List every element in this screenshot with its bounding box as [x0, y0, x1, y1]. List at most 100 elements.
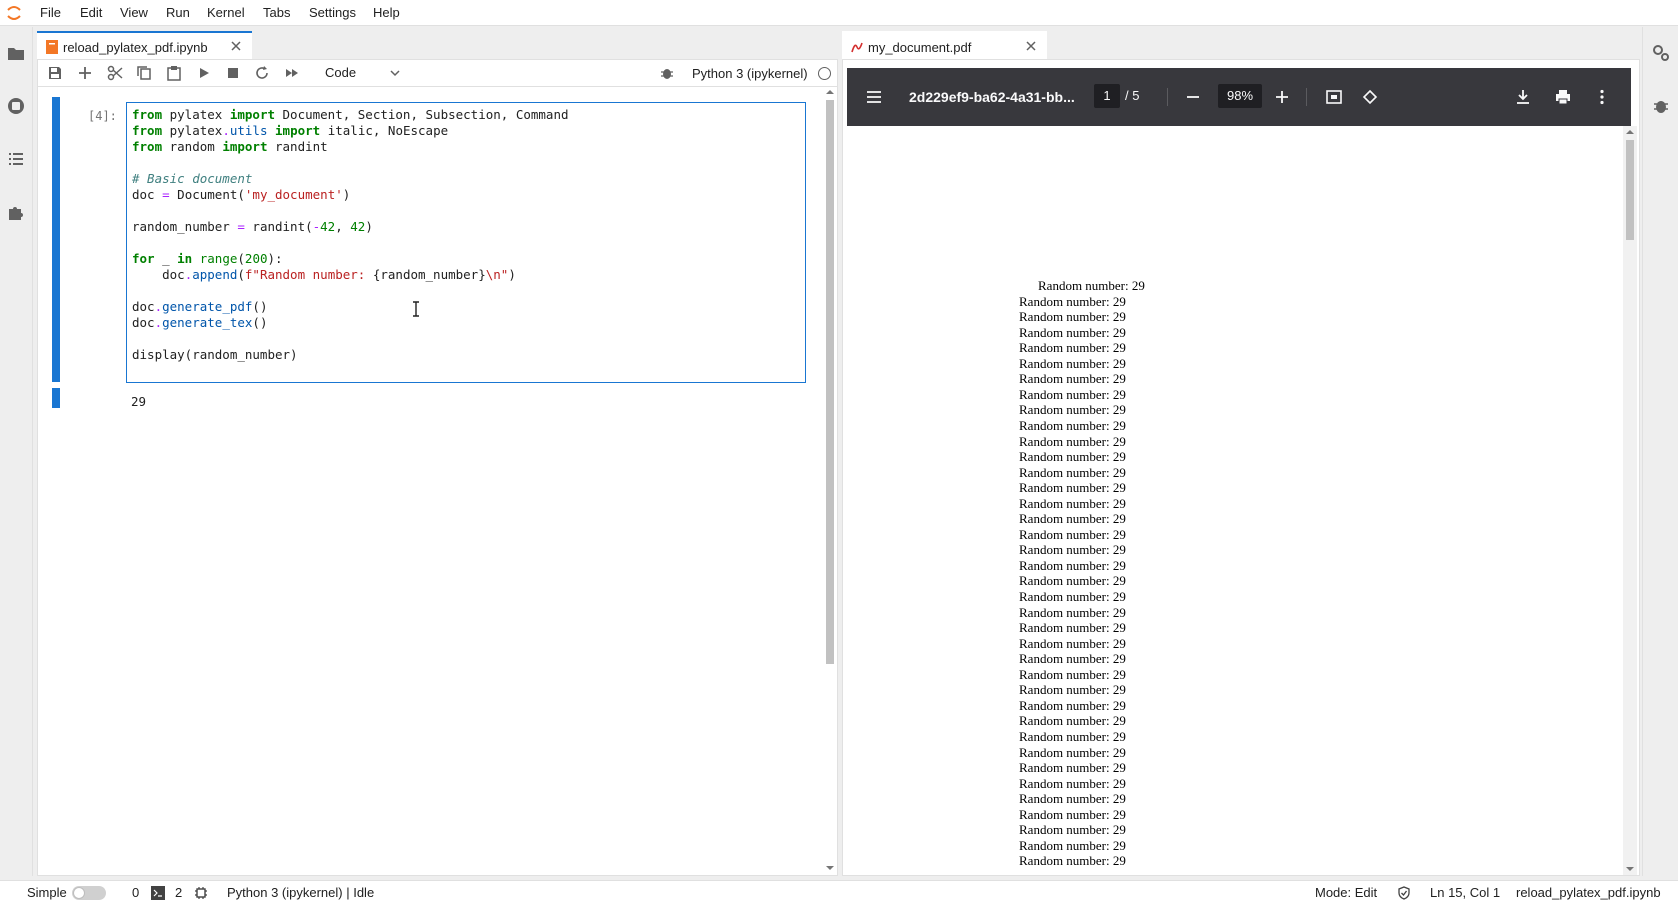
- left-sidebar: [0, 27, 33, 876]
- bug-icon[interactable]: [658, 64, 676, 82]
- debugger-icon[interactable]: [1651, 96, 1671, 116]
- notebook-toolbar: Code Python 3 (ipykernel): [38, 60, 837, 87]
- menu-tabs[interactable]: Tabs: [263, 5, 290, 20]
- scroll-down-icon[interactable]: [1626, 865, 1634, 873]
- pdf-text-line: Random number: 29: [1019, 837, 1126, 853]
- code-line: doc.generate_tex(): [132, 315, 268, 330]
- code-line: from pylatex.utils import italic, NoEsca…: [132, 123, 449, 138]
- rotate-icon[interactable]: [1361, 88, 1379, 106]
- pdf-text-line: Random number: 29: [1019, 526, 1126, 542]
- output-active-bar[interactable]: [52, 388, 60, 408]
- scrollbar-thumb[interactable]: [826, 100, 834, 664]
- kernel-name[interactable]: Python 3 (ipykernel): [692, 66, 808, 81]
- cursor-position[interactable]: Ln 15, Col 1: [1430, 885, 1500, 900]
- pdf-text-line: Random number: 29: [1019, 682, 1126, 698]
- save-icon[interactable]: [46, 64, 64, 82]
- page-number-input[interactable]: 1: [1094, 84, 1120, 108]
- download-icon[interactable]: [1514, 88, 1532, 106]
- kernels-count[interactable]: 2: [175, 885, 182, 900]
- input-prompt: [4]:: [88, 109, 117, 123]
- menu-settings[interactable]: Settings: [309, 5, 356, 20]
- tab-notebook[interactable]: reload_pylatex_pdf.ipynb: [37, 31, 252, 59]
- pdf-tab-bar: my_document.pdf: [842, 31, 1640, 59]
- notebook-tab-bar: reload_pylatex_pdf.ipynb: [37, 31, 838, 59]
- cut-icon[interactable]: [106, 64, 124, 82]
- pdf-text-line: Random number: 29: [1019, 697, 1126, 713]
- copy-icon[interactable]: [135, 64, 153, 82]
- close-icon[interactable]: [229, 39, 243, 53]
- cell-output: 29: [131, 394, 147, 409]
- scrollbar-thumb[interactable]: [1626, 140, 1634, 240]
- zoom-level[interactable]: 98%: [1218, 84, 1262, 108]
- tab-pdf-label: my_document.pdf: [868, 40, 972, 55]
- pdf-text-line: Random number: 29: [1019, 417, 1126, 433]
- cell-active-bar[interactable]: [52, 97, 60, 382]
- stop-icon[interactable]: [224, 64, 242, 82]
- pdf-text-line: Random number: 29: [1038, 278, 1145, 293]
- property-inspector-icon[interactable]: [1651, 43, 1671, 63]
- notebook-scrollbar[interactable]: [824, 88, 836, 874]
- pdf-text-line: Random number: 29: [1019, 573, 1126, 589]
- toolbar-divider: [1306, 88, 1307, 106]
- terminal-icon[interactable]: [151, 886, 165, 900]
- run-icon[interactable]: [195, 64, 213, 82]
- pdf-text-line: Random number: 29: [1019, 402, 1126, 418]
- folder-icon[interactable]: [6, 43, 26, 63]
- close-icon[interactable]: [1024, 39, 1038, 53]
- pdf-text-line: Random number: 29: [1019, 355, 1126, 371]
- scroll-up-icon[interactable]: [1626, 128, 1634, 136]
- add-cell-icon[interactable]: [76, 64, 94, 82]
- kernel-chip-icon[interactable]: [194, 886, 208, 900]
- pdf-text-line: Random number: 29: [1019, 635, 1126, 651]
- menu-file[interactable]: File: [40, 5, 61, 20]
- pdf-text-line: Random number: 29: [1019, 464, 1126, 480]
- notebook-panel: Code Python 3 (ipykernel) [4]: from pyla…: [37, 59, 838, 876]
- pdf-text-line: Random number: 29: [1019, 340, 1126, 356]
- fast-forward-icon[interactable]: [283, 64, 301, 82]
- terminals-count[interactable]: 0: [132, 885, 139, 900]
- scroll-down-icon[interactable]: [826, 864, 834, 872]
- pdf-scrollbar[interactable]: [1623, 126, 1637, 875]
- simple-mode-toggle[interactable]: [72, 886, 106, 900]
- menu-view[interactable]: View: [120, 5, 148, 20]
- kernel-status[interactable]: Python 3 (ipykernel) | Idle: [227, 885, 374, 900]
- restart-icon[interactable]: [253, 64, 271, 82]
- pdf-title: 2d229ef9-ba62-4a31-bb...: [909, 89, 1075, 105]
- right-sidebar: [1642, 27, 1678, 876]
- trusted-shield-icon[interactable]: [1397, 886, 1411, 900]
- fit-page-icon[interactable]: [1325, 88, 1343, 106]
- paste-icon[interactable]: [165, 64, 183, 82]
- pdf-text-line: Random number: 29: [1019, 728, 1126, 744]
- menu-run[interactable]: Run: [166, 5, 190, 20]
- scroll-up-icon[interactable]: [826, 88, 834, 96]
- extension-icon[interactable]: [6, 202, 26, 222]
- sidebar-toggle-icon[interactable]: [865, 88, 883, 106]
- pdf-text-line: Random number: 29: [1019, 371, 1126, 387]
- print-icon[interactable]: [1554, 88, 1572, 106]
- cell-type-value: Code: [325, 65, 357, 80]
- kernel-status-icon: [818, 67, 831, 80]
- pdf-text-line: Random number: 29: [1019, 386, 1126, 402]
- tab-notebook-label: reload_pylatex_pdf.ipynb: [63, 40, 208, 55]
- jupyter-logo-icon: [7, 6, 21, 20]
- tab-pdf[interactable]: my_document.pdf: [842, 31, 1047, 59]
- pdf-text-line: Random number: 29: [1019, 309, 1126, 325]
- table-of-contents-icon[interactable]: [6, 149, 26, 169]
- pdf-text-line: Random number: 29: [1019, 713, 1126, 729]
- pdf-text-line: Random number: 29: [1019, 495, 1126, 511]
- zoom-in-icon[interactable]: [1273, 88, 1291, 106]
- more-options-icon[interactable]: [1593, 88, 1611, 106]
- zoom-out-icon[interactable]: [1184, 88, 1202, 106]
- pdf-page[interactable]: Random number: 29 Random number: 29 Random…: [847, 126, 1623, 875]
- menu-kernel[interactable]: Kernel: [207, 5, 245, 20]
- code-line: for _ in range(200):: [132, 251, 283, 266]
- pdf-text-line: Random number: 29: [1019, 744, 1126, 760]
- code-editor[interactable]: from pylatex import Document, Section, S…: [126, 102, 806, 383]
- menu-help[interactable]: Help: [373, 5, 400, 20]
- code-line: doc.append(f"Random number: {random_numb…: [132, 267, 516, 282]
- edit-mode: Mode: Edit: [1315, 885, 1378, 900]
- menu-edit[interactable]: Edit: [80, 5, 102, 20]
- cell-type-dropdown[interactable]: Code: [321, 64, 411, 82]
- running-icon[interactable]: [6, 96, 26, 116]
- pdf-text-line: Random number: 29: [1019, 822, 1126, 838]
